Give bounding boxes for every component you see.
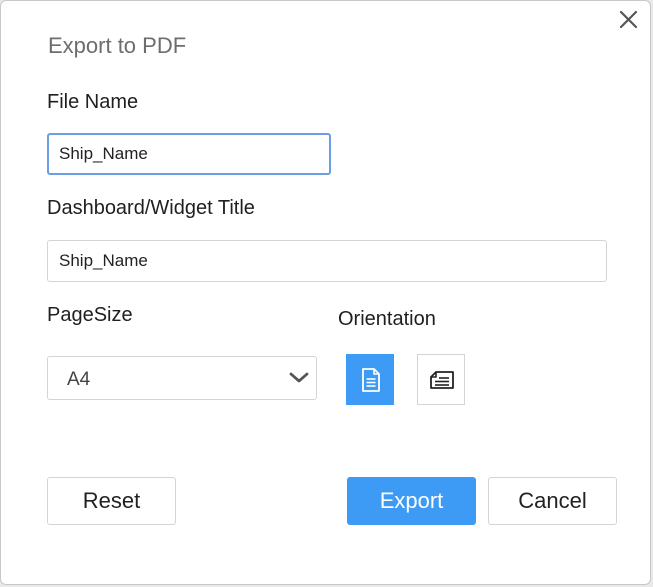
landscape-orientation-button[interactable] (417, 354, 465, 405)
widget-title-label: Dashboard/Widget Title (47, 197, 255, 219)
page-size-label: PageSize (47, 304, 133, 326)
page-size-value: A4 (67, 369, 91, 390)
close-button[interactable] (613, 5, 643, 35)
landscape-page-icon (430, 371, 454, 389)
orientation-label: Orientation (338, 308, 436, 330)
portrait-page-icon (362, 368, 380, 392)
close-icon (619, 10, 638, 29)
dialog-title: Export to PDF (48, 33, 187, 58)
file-name-label: File Name (47, 91, 139, 113)
export-button[interactable]: Export (347, 477, 476, 525)
export-pdf-dialog: Export to PDF File Name Dashboard/Widget… (0, 0, 651, 585)
widget-title-input[interactable] (47, 240, 607, 282)
reset-button[interactable]: Reset (47, 477, 176, 525)
portrait-orientation-button[interactable] (346, 354, 394, 405)
chevron-down-icon (289, 372, 309, 383)
file-name-input[interactable] (47, 133, 331, 175)
page-size-dropdown[interactable]: A4 (47, 356, 317, 400)
cancel-button[interactable]: Cancel (488, 477, 617, 525)
